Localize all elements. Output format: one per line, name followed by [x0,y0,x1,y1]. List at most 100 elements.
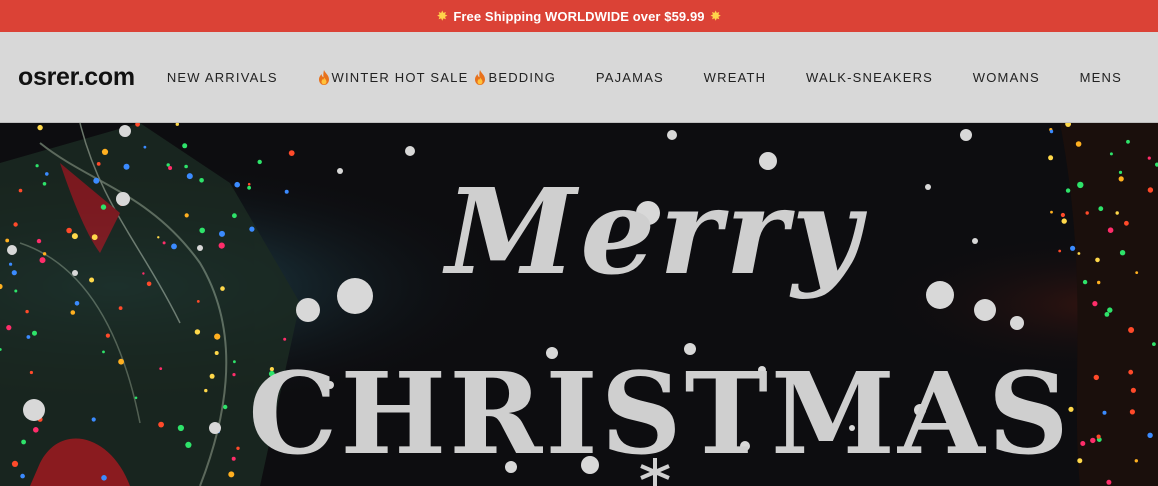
light-bulb [1102,410,1107,415]
light-bulb [101,148,109,155]
hero-title-christmas: CHRISTMAS [248,349,1071,480]
light-bulb [1134,459,1139,463]
light-bulb [288,150,295,156]
light-bulb [1129,409,1135,415]
light-bulb [13,222,18,227]
snow-dot [974,299,996,321]
snow-dot [197,245,203,251]
light-bulb [199,227,205,234]
light-bulb [25,309,29,314]
light-bulb [228,471,235,478]
light-bulb [70,310,76,315]
light-bulb [223,404,228,410]
light-bulb [1107,227,1114,233]
light-bulb [214,333,221,340]
light-bulb [185,441,192,448]
light-bulb [1128,327,1135,333]
light-bulb [118,358,124,365]
light-bulb [36,238,42,244]
snow-dot [116,192,130,206]
light-bulb [1128,369,1134,375]
light-bulb [171,243,177,250]
snow-dot [7,245,17,255]
announcement-text: Free Shipping WORLDWIDE over $59.99 [453,8,705,24]
light-bulb [71,233,78,240]
nav-item-label: PAJAMAS [595,69,664,85]
light-bulb [186,173,193,180]
snow-dot [972,238,978,244]
light-bulb [18,188,23,193]
light-bulb [20,473,25,479]
light-bulb [1077,458,1083,464]
light-bulb [9,262,13,266]
light-bulb [33,427,39,433]
light-bulb [1147,432,1153,438]
light-bulb [118,306,123,310]
burst-icon: ✸ [710,9,721,23]
light-bulb [1058,249,1062,253]
light-bulb [93,177,100,184]
nav-item-winter-hot-sale[interactable]: WINTER HOT SALE BEDDING [318,69,557,85]
light-bulb [1109,152,1113,156]
light-bulb [143,145,147,149]
light-bulb [11,270,17,276]
light-bulb [1096,434,1101,439]
snow-dot [72,270,78,276]
light-bulb [1118,170,1123,174]
light-bulb [1147,156,1151,160]
light-bulb [220,286,225,291]
snow-dot [925,184,931,190]
nav-item-new-arrivals[interactable]: NEW ARRIVALS [167,70,278,85]
light-bulb [123,163,130,170]
light-bulb [1130,387,1136,393]
light-bulb [42,252,47,256]
light-bulb [1115,211,1119,215]
light-bulb [89,277,95,283]
light-bulb [101,475,107,481]
light-bulb [1050,210,1053,214]
light-bulb [1095,257,1100,263]
light-bulb [1080,441,1086,446]
light-bulb [21,439,26,445]
light-bulb [196,300,200,303]
light-bulb [26,335,31,339]
light-bulb [146,281,152,287]
nav-item-wreath[interactable]: WREATH [704,70,767,85]
light-bulb [194,329,201,335]
light-bulb [37,124,43,131]
light-bulb [1126,139,1130,144]
light-bulb [257,159,262,165]
light-bulb [29,370,33,375]
light-bulb [142,272,145,275]
nav-item-womans[interactable]: WOMANS [973,70,1040,85]
hero-banner[interactable]: Merry CHRISTMAS [0,123,1158,486]
light-bulb [158,421,165,428]
light-bulb [42,182,47,186]
announcement-bar: ✸ Free Shipping WORLDWIDE over $59.99 ✸ [0,0,1158,32]
snow-dot [926,281,954,309]
light-bulb [14,289,18,293]
light-bulb [283,337,287,341]
light-bulb [1106,479,1112,485]
nav-item-walk-sneakers[interactable]: WALK-SNEAKERS [806,70,933,85]
light-bulb [1048,155,1054,161]
light-bulb [11,460,19,467]
light-bulb [184,164,188,169]
light-bulb [1085,211,1089,215]
nav-item-label: WOMANS [972,69,1040,85]
light-bulb [102,350,105,354]
light-bulb [66,227,72,234]
light-bulb [218,242,225,249]
light-bulb [32,330,37,336]
snow-dot [296,298,320,322]
nav-item-pajamas[interactable]: PAJAMAS [596,70,664,85]
light-bulb [1061,218,1067,224]
light-bulb [247,185,252,190]
light-bulb [177,424,184,432]
hero-image: Merry CHRISTMAS [0,123,1158,486]
nav-item-mens[interactable]: MENS [1080,70,1122,85]
site-logo[interactable]: osrer.com [18,63,135,92]
light-bulb [1093,374,1100,381]
nav-item-label: BEDDING [488,69,557,85]
light-bulb [96,162,101,166]
